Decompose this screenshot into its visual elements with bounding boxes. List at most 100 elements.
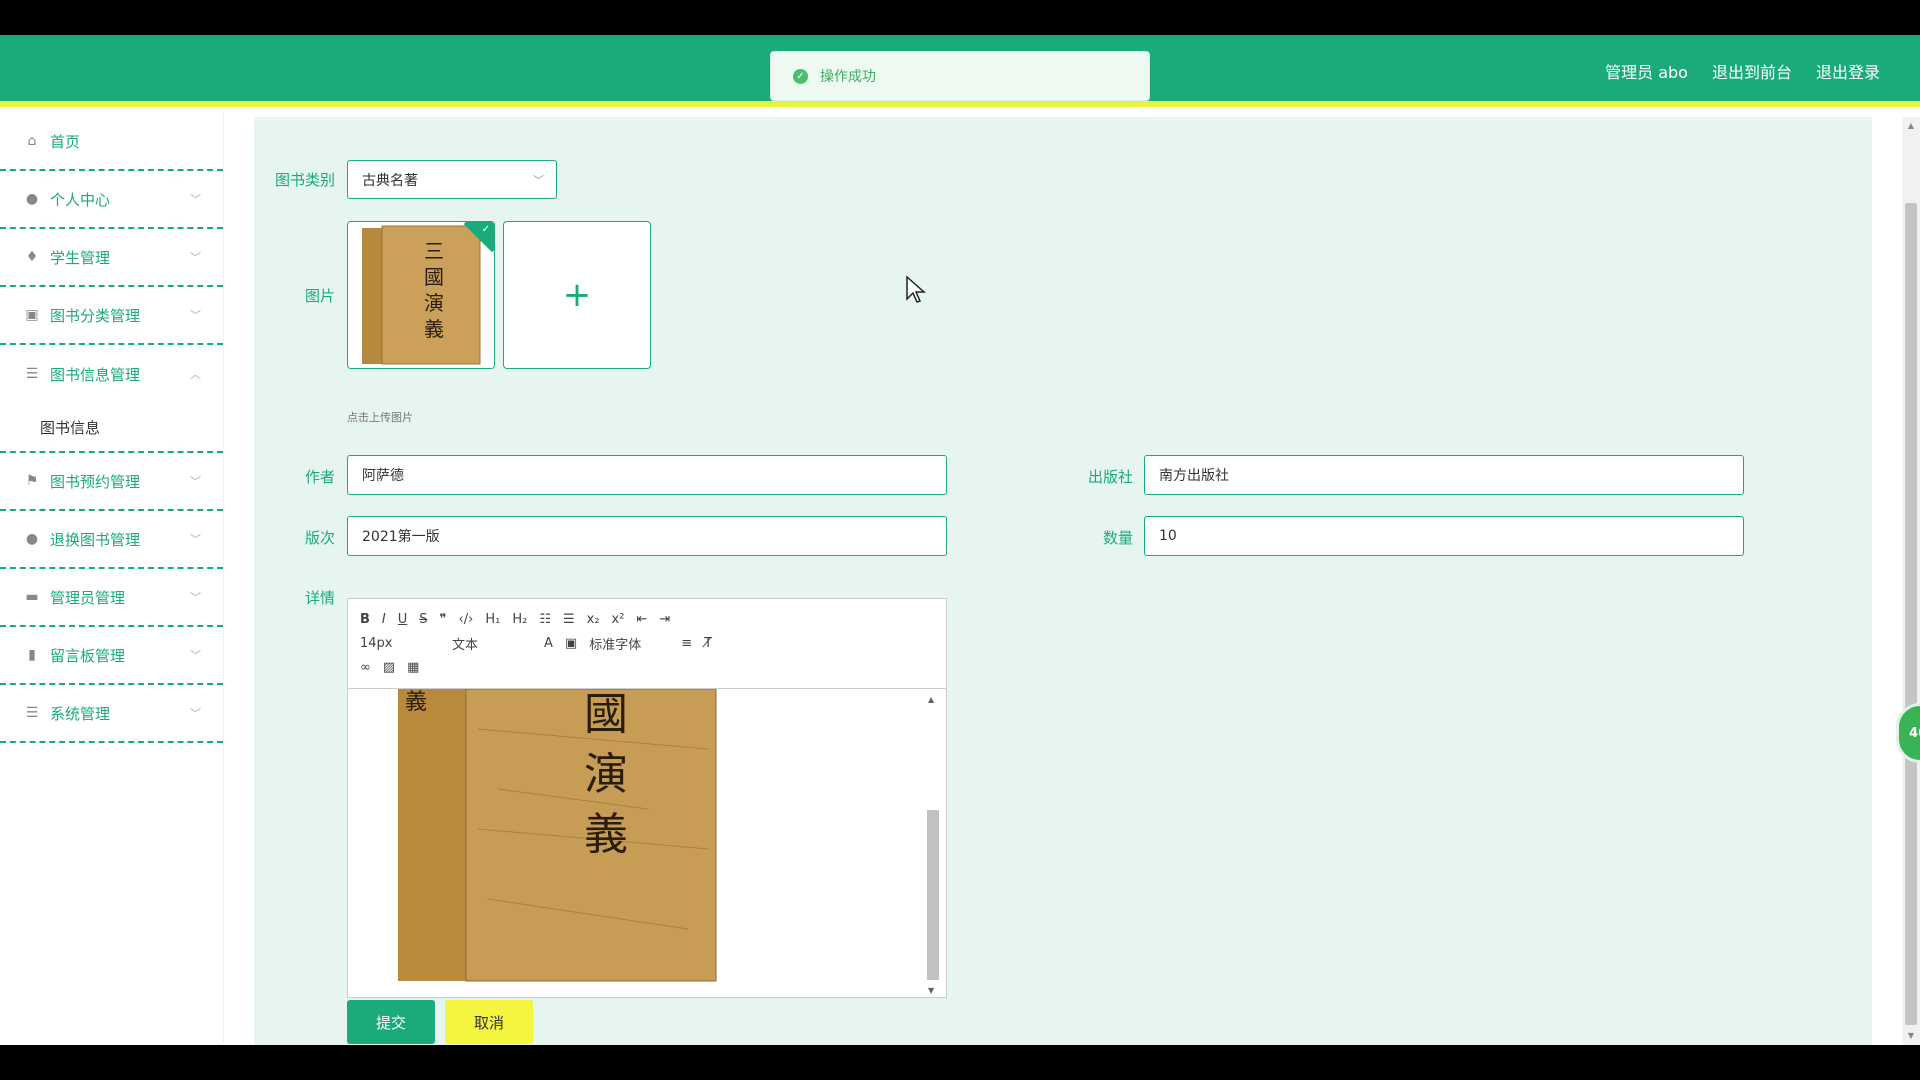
sidebar-item-label: 个人中心 [50,190,111,209]
quantity-input[interactable]: 10 [1144,516,1744,556]
sidebar-item-book-info[interactable]: ☰ 图书信息管理 ︿ [0,345,223,403]
monitor-icon: ▬ [25,589,39,605]
scroll-down-icon[interactable]: ▼ [928,986,934,995]
sidebar-item-home[interactable]: ⌂ 首页 [0,113,223,171]
sidebar-item-label: 退换图书管理 [50,530,141,549]
flag-icon: ⚑ [25,473,39,489]
floating-badge[interactable]: 46 [1896,703,1920,763]
svg-text:義: 義 [424,317,444,341]
svg-text:三: 三 [424,239,444,263]
bar-chart-icon: ▮ [28,647,36,663]
editor-scroll-thumb[interactable] [927,810,939,980]
logout-link[interactable]: 退出登录 [1816,59,1880,83]
sidebar-item-label: 图书预约管理 [50,472,141,491]
list-icon: ☰ [25,705,39,721]
strike-icon[interactable]: S [419,612,427,627]
text-type-select[interactable]: 文本 [452,634,532,653]
chevron-down-icon: ﹀ [190,309,201,322]
author-input[interactable]: 阿萨德 [347,455,947,495]
image-icon[interactable]: ▨ [383,660,395,675]
cancel-button[interactable]: 取消 [445,1000,533,1044]
ordered-list-icon[interactable]: ☷ [539,612,551,627]
sidebar-item-label: 留言板管理 [50,646,126,665]
svg-text:演: 演 [584,749,628,800]
underline-icon[interactable]: U [398,612,408,627]
video-icon[interactable]: ▦ [407,660,419,675]
sidebar-item-label: 管理员管理 [50,588,126,607]
upload-hint: 点击上传图片 [347,411,413,424]
code-icon[interactable]: ‹/› [459,612,474,627]
publisher-label: 出版社 [1087,468,1133,486]
clear-format-icon[interactable]: T̸ [704,636,712,651]
svg-text:國: 國 [424,265,444,289]
italic-icon[interactable]: I [382,612,386,627]
sidebar-item-reservations[interactable]: ⚑ 图书预约管理 ﹀ [0,453,223,511]
subscript-icon[interactable]: x₂ [587,612,600,627]
sidebar-item-label: 图书信息管理 [50,365,141,384]
sidebar-item-book-categories[interactable]: ▣ 图书分类管理 ﹀ [0,287,223,345]
align-icon[interactable]: ≡ [681,636,692,651]
sidebar-item-admins[interactable]: ▬ 管理员管理 ﹀ [0,569,223,627]
top-bar: ✓ 操作成功 管理员 abo 退出到前台 退出登录 [0,35,1920,107]
quantity-label: 数量 [1102,529,1133,547]
font-color-icon[interactable]: A [544,636,553,651]
scroll-down-icon[interactable]: ▼ [1906,1031,1916,1041]
rich-text-editor: B I U S ❞ ‹/› H₁ H₂ ☷ ☰ x₂ x² ⇤ ⇥ 14px 文… [347,598,947,998]
bullet-list-icon[interactable]: ☰ [563,612,575,627]
font-size-select[interactable]: 14px [360,636,440,651]
admin-user-link[interactable]: 管理员 abo [1605,59,1688,83]
font-family-select[interactable]: 标准字体 [589,634,669,653]
sidebar-item-label: 首页 [50,132,81,151]
mouse-cursor-icon [906,275,926,303]
user-icon: ● [25,531,39,547]
editor-toolbar: B I U S ❞ ‹/› H₁ H₂ ☷ ☰ x₂ x² ⇤ ⇥ 14px 文… [348,599,946,689]
sidebar-item-profile[interactable]: ● 个人中心 ﹀ [0,171,223,229]
sidebar-subitem-book-info[interactable]: 图书信息 [0,403,223,453]
editor-scrollbar[interactable]: ▲ ▼ [924,695,942,995]
superscript-icon[interactable]: x² [612,612,625,627]
sidebar-item-messages[interactable]: ▮ 留言板管理 ﹀ [0,627,223,685]
image-label: 图片 [304,287,335,305]
bold-icon[interactable]: B [360,612,370,627]
uploaded-book-image[interactable]: 三 國 演 義 ✓ [347,221,495,369]
svg-text:演: 演 [424,291,444,315]
scroll-up-icon[interactable]: ▲ [1906,121,1916,131]
sidebar-item-label: 学生管理 [50,248,111,267]
publisher-input[interactable]: 南方出版社 [1144,455,1744,495]
app-screen: ✓ 操作成功 管理员 abo 退出到前台 退出登录 ⌂ 首页 ● 个人中心 ﹀ … [0,35,1920,1045]
toast-message: 操作成功 [820,69,876,85]
outdent-icon[interactable]: ⇤ [636,612,647,627]
chevron-down-icon: ﹀ [190,251,201,264]
heading2-icon[interactable]: H₂ [512,612,527,627]
sidebar-item-students[interactable]: ♦ 学生管理 ﹀ [0,229,223,287]
sidebar-item-system[interactable]: ☰ 系统管理 ﹀ [0,685,223,743]
svg-text:義: 義 [405,690,427,715]
book-cover-thumbnail: 三 國 演 義 [348,222,494,368]
indent-icon[interactable]: ⇥ [659,612,670,627]
editor-content[interactable]: 國 演 義 義 ▲ ▼ [348,689,946,997]
category-select[interactable]: 古典名著 ﹀ [347,160,557,199]
svg-text:國: 國 [584,689,628,740]
blockquote-icon[interactable]: ❞ [440,612,447,627]
category-value: 古典名著 [362,172,418,189]
scroll-up-icon[interactable]: ▲ [928,695,934,704]
check-icon: ✓ [481,224,490,235]
chevron-down-icon: ﹀ [190,707,201,720]
submit-button[interactable]: 提交 [347,1000,435,1044]
chevron-down-icon: ﹀ [190,649,201,662]
back-to-frontend-link[interactable]: 退出到前台 [1712,59,1792,83]
link-icon[interactable]: ∞ [360,660,371,675]
background-color-icon[interactable]: ▣ [565,636,577,651]
page-scroll-thumb[interactable] [1905,203,1917,1025]
success-toast: ✓ 操作成功 [770,51,1150,101]
edition-input[interactable]: 2021第一版 [347,516,947,556]
chevron-down-icon: ﹀ [190,193,201,206]
chevron-down-icon: ﹀ [533,173,544,187]
upload-plus-button[interactable]: + [503,221,651,369]
heading1-icon[interactable]: H₁ [485,612,500,627]
success-check-icon: ✓ [793,68,808,84]
user-icon: ● [25,191,39,207]
plus-icon: + [562,275,592,315]
sidebar-item-returns[interactable]: ● 退换图书管理 ﹀ [0,511,223,569]
chevron-up-icon: ︿ [190,368,201,381]
